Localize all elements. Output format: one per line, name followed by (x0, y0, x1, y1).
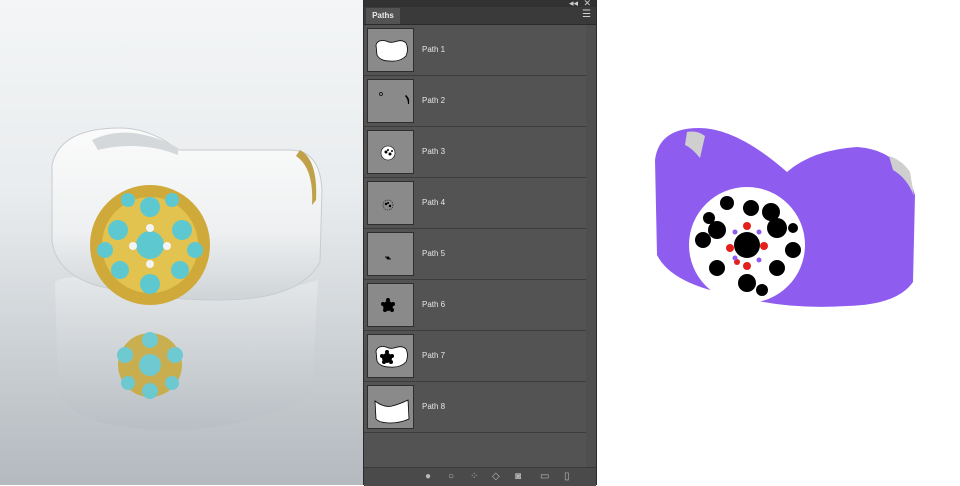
new-path-icon[interactable]: ▭ (540, 471, 549, 482)
path-label: Path 4 (422, 198, 446, 207)
make-work-path-icon[interactable]: ◇ (492, 471, 500, 482)
load-selection-icon[interactable]: ⁘ (470, 471, 478, 482)
path-row-4[interactable]: Path 4 (364, 178, 586, 229)
mask-preview (597, 0, 960, 485)
panel-tab-row: Paths ☰ (364, 7, 596, 25)
panel-menu-icon[interactable]: ☰ (582, 10, 591, 20)
stroke-path-icon[interactable]: ○ (448, 471, 454, 482)
path-label: Path 2 (422, 96, 446, 105)
path-label: Path 8 (422, 402, 446, 411)
paths-list: Path 1 Path 2 Path 3 Path 4 Path 5 Path … (364, 25, 596, 467)
path-thumbnail (367, 232, 414, 276)
path-row-8[interactable]: Path 8 (364, 382, 586, 433)
product-photo (0, 0, 363, 485)
trash-icon[interactable]: ▯ (564, 471, 570, 482)
path-row-7[interactable]: Path 7 (364, 331, 586, 382)
path-row-5[interactable]: Path 5 (364, 229, 586, 280)
add-mask-icon[interactable]: ◙ (515, 471, 521, 482)
panel-titlebar: ◂◂ ✕ (364, 0, 596, 8)
path-thumbnail (367, 181, 414, 225)
brooch-detail (90, 185, 210, 305)
panel-bottom-toolbar: ● ○ ⁘ ◇ ◙ ▭ ▯ (364, 467, 596, 486)
path-row-1[interactable]: Path 1 (364, 25, 586, 76)
path-thumbnail (367, 130, 414, 174)
path-row-2[interactable]: Path 2 (364, 76, 586, 127)
fill-path-icon[interactable]: ● (425, 471, 431, 482)
path-row-3[interactable]: Path 3 (364, 127, 586, 178)
path-thumbnail (367, 334, 414, 378)
path-label: Path 3 (422, 147, 446, 156)
path-label: Path 1 (422, 45, 446, 54)
brooch-mask-shape (689, 187, 805, 303)
mask-preview-image (655, 128, 915, 307)
path-thumbnail (367, 79, 414, 123)
path-thumbnail (367, 385, 414, 429)
path-thumbnail (367, 283, 414, 327)
paths-panel: ◂◂ ✕ Paths ☰ Path 1 Path 2 Path 3 Path 4… (363, 0, 597, 486)
path-row-6[interactable]: Path 6 (364, 280, 586, 331)
tab-paths[interactable]: Paths (366, 8, 400, 24)
scrollbar[interactable] (586, 25, 596, 467)
path-label: Path 7 (422, 351, 446, 360)
path-label: Path 6 (422, 300, 446, 309)
path-label: Path 5 (422, 249, 446, 258)
bracelet-image (51, 127, 323, 430)
path-thumbnail (367, 28, 414, 72)
